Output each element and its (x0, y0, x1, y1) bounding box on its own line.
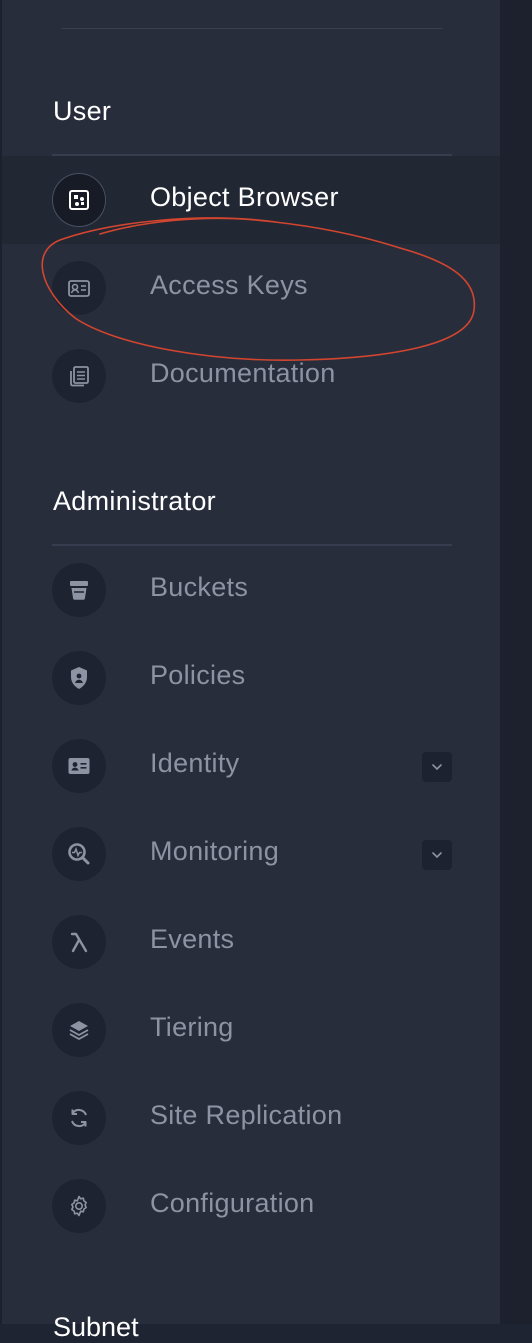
top-divider (62, 28, 442, 29)
chevron-down-icon (432, 764, 442, 771)
sidebar-item-label: Documentation (150, 358, 336, 388)
sidebar-item-policies[interactable]: Policies (2, 634, 502, 722)
sidebar-item-configuration[interactable]: Configuration (2, 1162, 502, 1250)
bucket-icon (52, 563, 106, 617)
section-title-user: User (53, 96, 112, 126)
monitoring-expand-button[interactable] (422, 840, 452, 870)
chevron-down-icon (432, 852, 442, 859)
documentation-icon (52, 349, 106, 403)
sidebar-item-monitoring[interactable]: Monitoring (2, 810, 502, 898)
main-content-edge (500, 0, 532, 1324)
section-title-administrator: Administrator (53, 486, 216, 516)
sidebar-item-documentation[interactable]: Documentation (2, 332, 502, 420)
sidebar-item-label: Configuration (150, 1188, 315, 1218)
lambda-icon (52, 915, 106, 969)
sidebar-item-label: Buckets (150, 572, 249, 602)
sidebar-item-object-browser[interactable]: Object Browser (2, 156, 502, 244)
sidebar-item-label: Monitoring (150, 836, 280, 866)
sidebar-item-buckets[interactable]: Buckets (2, 546, 502, 634)
sidebar-item-label: Tiering (150, 1012, 234, 1042)
section-title-subnet-partial: Subnet (53, 1312, 139, 1342)
sync-icon (52, 1091, 106, 1145)
sidebar-item-tiering[interactable]: Tiering (2, 986, 502, 1074)
monitoring-icon (52, 827, 106, 881)
sidebar-item-events[interactable]: Events (2, 898, 502, 986)
sidebar: User Object Browser Access Keys Document… (0, 0, 502, 1342)
sidebar-item-label: Site Replication (150, 1100, 343, 1130)
policy-shield-icon (52, 651, 106, 705)
sidebar-item-label: Identity (150, 748, 240, 778)
sidebar-item-site-replication[interactable]: Site Replication (2, 1074, 502, 1162)
sidebar-item-access-keys[interactable]: Access Keys (2, 244, 502, 332)
identity-expand-button[interactable] (422, 752, 452, 782)
object-browser-icon (52, 173, 106, 227)
layers-icon (52, 1003, 106, 1057)
sidebar-item-identity[interactable]: Identity (2, 722, 502, 810)
sidebar-item-label: Policies (150, 660, 246, 690)
sidebar-item-label: Object Browser (150, 182, 339, 212)
gear-icon (52, 1179, 106, 1233)
sidebar-item-label: Access Keys (150, 270, 308, 300)
identity-card-icon (52, 739, 106, 793)
sidebar-item-label: Events (150, 924, 235, 954)
access-keys-icon (52, 261, 106, 315)
